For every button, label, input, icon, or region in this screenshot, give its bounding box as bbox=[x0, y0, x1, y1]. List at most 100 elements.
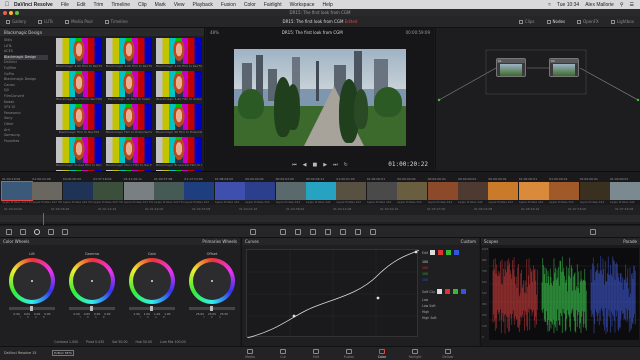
mini-timeline-playhead[interactable] bbox=[43, 213, 44, 225]
openfx-toggle[interactable]: OpenFX bbox=[571, 19, 605, 24]
primary-adjustment-field[interactable]: Hue 50.00 bbox=[136, 340, 153, 344]
clip-thumbnail[interactable]: 00:00:03:00 Apple ProRes 444 bbox=[275, 177, 306, 204]
color-ring[interactable] bbox=[9, 258, 55, 304]
clip-thumbnail[interactable]: 01:00:00:01 Apple ProRes 444 bbox=[518, 177, 549, 204]
menu-fusion[interactable]: Fusion bbox=[221, 2, 236, 8]
clip-thumbnail[interactable]: 01:37:18:02 Apple ProRes 422 HQ bbox=[93, 177, 124, 204]
color-match-icon[interactable] bbox=[20, 229, 26, 235]
clip-thumbnail[interactable]: 01:17:13:00 Apple ProRes 444 bbox=[184, 177, 215, 204]
color-ring[interactable] bbox=[129, 258, 175, 304]
media-pool-toggle[interactable]: Media Pool bbox=[59, 19, 99, 24]
lut-thumbnail[interactable]: Blackmagic Broadcast Film to Rec709 bbox=[156, 137, 202, 168]
sizing-icon[interactable] bbox=[355, 229, 361, 235]
wheel-value[interactable]: 25.00 bbox=[220, 312, 228, 316]
lut-thumbnail[interactable]: Blackmagic Pocket Film to Rec709 bbox=[56, 137, 102, 168]
lut-thumbnail[interactable]: Blackmagic 4K Film to Video bbox=[106, 71, 152, 102]
clips-toggle[interactable]: Clips bbox=[513, 19, 541, 24]
3d-icon[interactable] bbox=[370, 229, 376, 235]
scopes-toggle-icon[interactable] bbox=[590, 229, 596, 235]
user-name[interactable]: Alex Mallorie bbox=[585, 2, 614, 8]
lut-toggle[interactable]: LUTs bbox=[32, 19, 59, 24]
menu-fairlight[interactable]: Fairlight bbox=[264, 2, 282, 8]
wifi-icon[interactable]: ≈ bbox=[548, 2, 551, 8]
high-soft-field[interactable]: High Soft bbox=[422, 315, 478, 321]
curves-mode[interactable]: Custom bbox=[461, 239, 476, 244]
clip-thumbnail[interactable]: 01:00:22:06 Apple ProRes 422 HQ bbox=[32, 177, 63, 204]
lightbox-toggle[interactable]: Lightbox bbox=[605, 19, 640, 24]
clip-thumbnail[interactable]: 01:00:19:09 Apple ProRes 422 HQ bbox=[1, 177, 33, 204]
lut-thumbnail[interactable]: Blackmagic 4.6K Film to Rec709 v1 bbox=[106, 38, 152, 69]
clip-thumbnail[interactable]: 01:08:04:00 Apple ProRes 444 bbox=[214, 177, 245, 204]
master-wheel-slider[interactable] bbox=[69, 306, 115, 311]
lut-thumbnail[interactable]: Blackmagic 4K Film to Rec709 bbox=[56, 71, 102, 102]
clip-thumbnail[interactable]: 00:00:00:01 Apple ProRes 444 bbox=[458, 177, 488, 204]
clock[interactable]: Tue 10:34 bbox=[557, 2, 579, 8]
menu-clip[interactable]: Clip bbox=[138, 2, 147, 8]
window-icon[interactable] bbox=[295, 229, 301, 235]
wheel-value[interactable]: 0.00 bbox=[104, 312, 110, 316]
clip-thumbnail[interactable]: 01:00:00:01 Apple ProRes 444 bbox=[549, 177, 580, 204]
channel-y-toggle[interactable] bbox=[430, 250, 436, 255]
menu-playback[interactable]: Playback bbox=[193, 2, 213, 8]
clip-thumbnail[interactable]: 01:00:00:01 Apple ProRes 444 bbox=[610, 177, 640, 204]
qualifier-icon[interactable] bbox=[280, 229, 286, 235]
master-wheel-handle[interactable] bbox=[90, 306, 93, 311]
master-wheel-slider[interactable] bbox=[189, 306, 235, 311]
key-icon[interactable] bbox=[340, 229, 346, 235]
primary-adjustment-field[interactable]: Lum Mix 100.00 bbox=[160, 340, 186, 344]
color-ring[interactable] bbox=[69, 258, 115, 304]
clip-thumbnail[interactable]: 01:09:37:08 Apple ProRes 422 HQ bbox=[154, 177, 184, 204]
wheel-puck-area[interactable] bbox=[133, 262, 171, 300]
clip-thumbnail[interactable]: 00:00:00:01 Apple ProRes 444 bbox=[427, 177, 458, 204]
menu-list-icon[interactable]: ☰ bbox=[630, 2, 634, 8]
color-ring[interactable] bbox=[189, 258, 235, 304]
clip-thumbnail[interactable]: 00:00:00:00 Apple ProRes 444 bbox=[245, 177, 276, 204]
curve-point[interactable] bbox=[292, 314, 296, 318]
wheel-value[interactable]: 1.00 bbox=[164, 312, 170, 316]
gallery-toggle[interactable]: Gallery bbox=[0, 19, 32, 24]
clip-thumbnail[interactable]: 00:00:00:01 Apple ProRes 444 bbox=[488, 177, 519, 204]
curves-icon[interactable] bbox=[250, 229, 256, 235]
channel-g-toggle[interactable] bbox=[446, 250, 452, 255]
clip-thumbnail[interactable]: 01:21:29:11 Apple ProRes 422 HQ bbox=[123, 177, 154, 204]
color-wheel-offset[interactable]: Offset 25.00 25.00 25.00 Y R G bbox=[183, 252, 241, 319]
menu-mark[interactable]: Mark bbox=[155, 2, 166, 8]
master-wheel-handle[interactable] bbox=[30, 306, 33, 311]
softclip-r-toggle[interactable] bbox=[445, 289, 451, 294]
timeline-toggle[interactable]: Timeline bbox=[99, 19, 134, 24]
clip-thumbnail[interactable]: 01:00:01:00 Apple ProRes 444 bbox=[336, 177, 367, 204]
color-wheel-gain[interactable]: Gain 1.00 1.00 1.00 1.00 Y R G B bbox=[123, 252, 181, 319]
color-wheels-icon[interactable] bbox=[34, 229, 40, 235]
master-wheel-handle[interactable] bbox=[210, 306, 213, 311]
nodes-toggle[interactable]: Nodes bbox=[541, 19, 572, 24]
menu-workspace[interactable]: Workspace bbox=[290, 2, 315, 8]
page-tab-deliver[interactable]: Deliver bbox=[428, 349, 468, 359]
corrector-node-02[interactable]: 02 bbox=[549, 58, 579, 77]
clip-thumbnail[interactable]: 00:00:06:11 Apple ProRes 444 bbox=[306, 177, 336, 204]
lut-thumbnail[interactable]: Blackmagic 4.6K Film to Video bbox=[156, 71, 202, 102]
lut-thumbnail[interactable]: Blackmagic Film to Extended Video bbox=[106, 104, 152, 135]
lut-folder-item[interactable]: Favorites bbox=[4, 139, 48, 145]
close-window-button[interactable] bbox=[3, 11, 7, 15]
master-wheel-slider[interactable] bbox=[129, 306, 175, 311]
menu-help[interactable]: Help bbox=[323, 2, 333, 8]
play-icon[interactable]: ▶ bbox=[323, 162, 327, 168]
master-wheel-slider[interactable] bbox=[9, 306, 55, 311]
mini-timeline[interactable]: 01:00:00:00 01:00:36:08 01:01:12:16 01:01:4… bbox=[0, 205, 640, 225]
wheel-puck-area[interactable] bbox=[193, 262, 231, 300]
stop-icon[interactable]: ■ bbox=[313, 162, 318, 168]
camera-raw-icon[interactable] bbox=[6, 229, 12, 235]
search-icon[interactable]: ⚲ bbox=[620, 2, 624, 8]
softclip-y-toggle[interactable] bbox=[437, 289, 443, 294]
loop-icon[interactable]: ↻ bbox=[344, 162, 348, 168]
primary-adjustment-field[interactable]: Pivot 0.435 bbox=[86, 340, 104, 344]
clip-thumbnail[interactable]: 01:00:00:01 Apple ProRes 444 bbox=[366, 177, 397, 204]
curve-point[interactable] bbox=[414, 250, 418, 254]
zoom-window-button[interactable] bbox=[15, 11, 19, 15]
lut-thumbnail[interactable]: Blackmagic Film to Rec709 bbox=[56, 104, 102, 135]
clip-thumbnail[interactable]: 00:00:00:00 Apple ProRes 444 bbox=[397, 177, 428, 204]
menu-file[interactable]: File bbox=[61, 2, 69, 8]
blur-icon[interactable] bbox=[325, 229, 331, 235]
primary-adjustment-field[interactable]: Sat 50.00 bbox=[112, 340, 127, 344]
color-wheel-lift[interactable]: Lift 0.00 0.00 0.00 0.00 Y R G B bbox=[3, 252, 61, 319]
